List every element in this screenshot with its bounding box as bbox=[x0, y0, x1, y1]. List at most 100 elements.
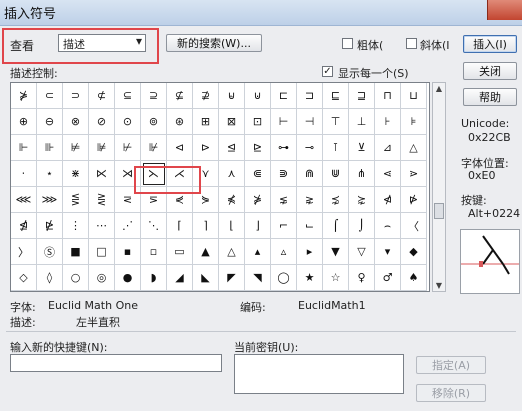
symbol-cell[interactable]: ⋉ bbox=[89, 161, 115, 187]
symbol-cell[interactable]: ⊦ bbox=[375, 109, 401, 135]
symbol-cell[interactable]: ⋠ bbox=[219, 187, 245, 213]
symbol-cell[interactable]: ◥ bbox=[245, 265, 271, 291]
symbol-cell[interactable]: ⊇ bbox=[141, 83, 167, 109]
symbol-cell[interactable]: ⋰ bbox=[115, 213, 141, 239]
symbol-cell[interactable]: ⌈ bbox=[167, 213, 193, 239]
symbol-cell[interactable]: ⋩ bbox=[349, 187, 375, 213]
symbol-cell[interactable]: ⊛ bbox=[167, 109, 193, 135]
symbol-cell[interactable]: ⊆ bbox=[115, 83, 141, 109]
symbol-cell[interactable]: ⋘ bbox=[11, 187, 37, 213]
symbol-cell[interactable]: ⊕ bbox=[11, 109, 37, 135]
symbol-cell[interactable]: ⊚ bbox=[141, 109, 167, 135]
symbol-cell[interactable]: ⋫ bbox=[401, 187, 427, 213]
symbol-cell[interactable]: ⊢ bbox=[271, 109, 297, 135]
symbol-cell[interactable]: ⊉ bbox=[193, 83, 219, 109]
symbol-cell[interactable]: ▲ bbox=[193, 239, 219, 265]
symbol-cell[interactable]: ▭ bbox=[167, 239, 193, 265]
symbol-cell[interactable]: ⊄ bbox=[89, 83, 115, 109]
symbol-cell[interactable]: ⊬ bbox=[115, 135, 141, 161]
symbol-cell[interactable]: ⊮ bbox=[141, 135, 167, 161]
symbol-cell[interactable]: ⊖ bbox=[37, 109, 63, 135]
symbol-cell[interactable]: ● bbox=[115, 265, 141, 291]
symbol-cell[interactable]: ⊐ bbox=[297, 83, 323, 109]
scroll-up-icon[interactable]: ▲ bbox=[433, 84, 445, 93]
symbol-cell[interactable]: ⌉ bbox=[193, 213, 219, 239]
symbol-cell[interactable]: ⊣ bbox=[297, 109, 323, 135]
assign-button[interactable]: 指定(A) bbox=[416, 356, 486, 374]
current-keys-list[interactable] bbox=[234, 354, 404, 394]
symbol-cell[interactable]: ⊿ bbox=[375, 135, 401, 161]
symbol-cell[interactable]: ▵ bbox=[271, 239, 297, 265]
symbol-cell[interactable]: ⊪ bbox=[37, 135, 63, 161]
symbol-cell[interactable]: ⌡ bbox=[349, 213, 375, 239]
symbol-cell[interactable]: ◗ bbox=[141, 265, 167, 291]
symbol-cell[interactable]: ⊒ bbox=[349, 83, 375, 109]
symbol-cell[interactable]: ◆ bbox=[401, 239, 427, 265]
symbol-cell[interactable]: ⋡ bbox=[11, 83, 37, 109]
symbol-cell[interactable]: ⋙ bbox=[37, 187, 63, 213]
symbol-cell[interactable]: ⋓ bbox=[323, 161, 349, 187]
symbol-cell[interactable]: ⋆ bbox=[37, 161, 63, 187]
new-search-button[interactable]: 新的搜索(W)... bbox=[166, 34, 262, 52]
symbol-cell[interactable]: ⋗ bbox=[401, 161, 427, 187]
symbol-cell[interactable]: ♠ bbox=[401, 265, 427, 291]
close-button[interactable]: 关闭 bbox=[463, 62, 517, 80]
symbol-cell[interactable]: ▽ bbox=[349, 239, 375, 265]
symbol-cell[interactable]: ⋔ bbox=[349, 161, 375, 187]
symbol-cell[interactable]: ⊑ bbox=[323, 83, 349, 109]
scroll-down-icon[interactable]: ▼ bbox=[433, 281, 445, 290]
symbol-cell[interactable]: ○ bbox=[63, 265, 89, 291]
symbol-cell[interactable]: ■ bbox=[63, 239, 89, 265]
symbol-cell[interactable]: ◢ bbox=[167, 265, 193, 291]
symbol-cell[interactable]: ▫ bbox=[141, 239, 167, 265]
symbol-cell[interactable]: ⋒ bbox=[297, 161, 323, 187]
symbol-cell[interactable]: ◣ bbox=[193, 265, 219, 291]
symbol-cell[interactable]: ⊲ bbox=[167, 135, 193, 161]
symbol-cell[interactable]: ⊶ bbox=[271, 135, 297, 161]
symbol-cell[interactable]: ◊ bbox=[37, 265, 63, 291]
symbol-cell[interactable]: △ bbox=[219, 239, 245, 265]
symbol-cell[interactable]: ⋡ bbox=[245, 187, 271, 213]
symbol-cell[interactable]: ⊤ bbox=[323, 109, 349, 135]
symbol-cell[interactable]: ▸ bbox=[297, 239, 323, 265]
symbol-cell[interactable]: Ⓢ bbox=[37, 239, 63, 265]
symbol-cell[interactable]: ⋮ bbox=[63, 213, 89, 239]
symbol-cell[interactable]: ⊞ bbox=[193, 109, 219, 135]
symbol-cell[interactable]: ⊡ bbox=[245, 109, 271, 135]
symbol-cell[interactable]: ⋪ bbox=[375, 187, 401, 213]
window-close-button[interactable] bbox=[487, 0, 522, 20]
symbol-cell[interactable]: ⊓ bbox=[375, 83, 401, 109]
symbol-cell[interactable]: ⋏ bbox=[219, 161, 245, 187]
new-shortcut-input[interactable] bbox=[10, 354, 222, 372]
symbol-cell[interactable]: ⊺ bbox=[323, 135, 349, 161]
symbol-cell[interactable]: ⊥ bbox=[349, 109, 375, 135]
symbol-cell[interactable]: ⊩ bbox=[11, 135, 37, 161]
remove-button[interactable]: 移除(R) bbox=[416, 384, 486, 402]
symbol-cell[interactable]: ⋱ bbox=[141, 213, 167, 239]
symbol-cell[interactable]: ♀ bbox=[349, 265, 375, 291]
symbol-cell[interactable]: ⊳ bbox=[193, 135, 219, 161]
symbol-cell[interactable]: ⌠ bbox=[323, 213, 349, 239]
symbol-cell[interactable]: ◯ bbox=[271, 265, 297, 291]
symbol-cell[interactable]: ⌐ bbox=[271, 213, 297, 239]
symbol-cell[interactable]: ⌙ bbox=[297, 213, 323, 239]
symbol-cell[interactable]: ◇ bbox=[11, 265, 37, 291]
help-button[interactable]: 帮助 bbox=[463, 88, 517, 106]
symbol-cell[interactable]: ⊵ bbox=[245, 135, 271, 161]
symbol-grid[interactable]: ⋡ ⊂ ⊃ ⊄ ⊆ ⊇ ⊈ ⊉ ⊌ ⊍ ⊏ ⊐ ⊑ ⊒ ⊓ ⊔ ⊕ ⊖ ⊗ ⊘ ⊙ ⊚ ⊛ ⊞ ⊠ ⊡ ⊢ ⊣ ⊤ ⊥ ⊦ ⊧ ⊩ ⊪ ⊭ ⊯ ⊬ ⊮ ⊲ ⊳… bbox=[10, 82, 430, 292]
scroll-thumb[interactable] bbox=[434, 203, 444, 219]
symbol-cell[interactable]: ⋧ bbox=[297, 187, 323, 213]
symbol-cell[interactable]: ⊍ bbox=[245, 83, 271, 109]
symbol-cell[interactable]: ⊗ bbox=[63, 109, 89, 135]
symbol-cell[interactable]: ⋑ bbox=[271, 161, 297, 187]
symbol-cell[interactable]: ⊔ bbox=[401, 83, 427, 109]
show-each-checkbox[interactable]: ✓ bbox=[322, 66, 333, 77]
symbol-cell[interactable]: ◤ bbox=[219, 265, 245, 291]
symbol-cell[interactable]: ⊙ bbox=[115, 109, 141, 135]
symbol-cell[interactable]: ⌊ bbox=[219, 213, 245, 239]
symbol-cell[interactable]: ⋐ bbox=[245, 161, 271, 187]
symbol-cell[interactable]: ⋯ bbox=[89, 213, 115, 239]
symbol-cell[interactable]: ⋇ bbox=[63, 161, 89, 187]
bold-checkbox[interactable] bbox=[342, 38, 353, 49]
symbol-cell[interactable]: ⊃ bbox=[63, 83, 89, 109]
